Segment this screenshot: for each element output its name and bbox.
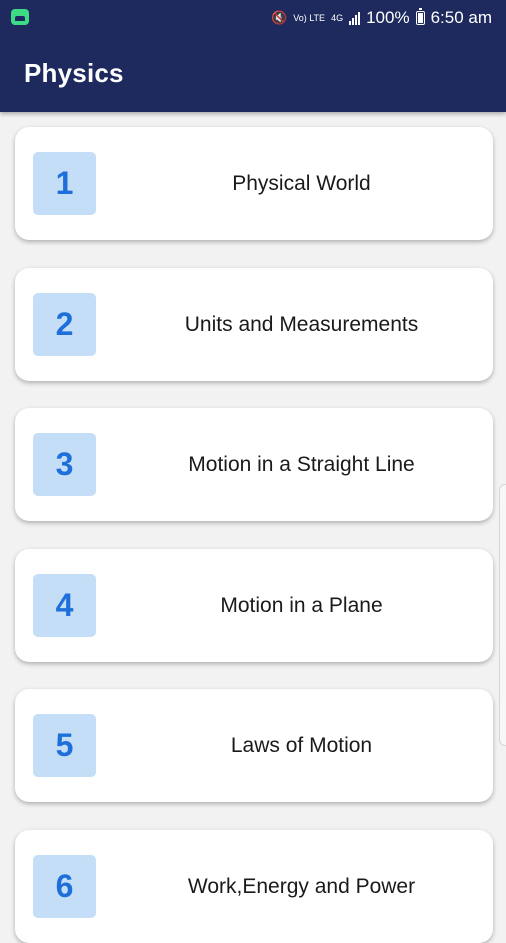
- network-type-icon: 4G: [331, 12, 344, 23]
- chapter-card[interactable]: 5 Laws of Motion: [15, 689, 493, 802]
- app-bar: Physics: [0, 36, 506, 112]
- chapter-number: 6: [33, 855, 96, 918]
- status-icons: 🔇 Vo) LTE 4G 100% 6:50 am: [271, 7, 492, 29]
- chapter-number: 2: [33, 293, 96, 356]
- volte-icon: Vo) LTE: [293, 12, 326, 23]
- chapter-title: Motion in a Plane: [220, 593, 383, 617]
- status-bar: 🔇 Vo) LTE 4G 100% 6:50 am: [0, 0, 506, 36]
- chapter-number: 4: [33, 574, 96, 637]
- chapter-title: Physical World: [232, 171, 371, 195]
- chapter-title: Work,Energy and Power: [187, 874, 416, 898]
- chapter-number: 3: [33, 433, 96, 496]
- page-title: Physics: [24, 58, 124, 88]
- side-panel-handle[interactable]: [499, 484, 506, 746]
- chapter-card[interactable]: 4 Motion in a Plane: [15, 549, 493, 662]
- chapter-card[interactable]: 3 Motion in a Straight Line: [15, 408, 493, 521]
- chapter-number: 1: [33, 152, 96, 215]
- mute-icon: 🔇: [271, 10, 288, 25]
- battery-icon: [415, 8, 425, 25]
- signal-icon: [349, 11, 361, 25]
- clock: 6:50 am: [430, 8, 492, 27]
- battery-percentage: 100%: [366, 8, 410, 27]
- chapter-card[interactable]: 6 Work,Energy and Power: [15, 830, 493, 943]
- chapter-card[interactable]: 1 Physical World: [15, 127, 493, 240]
- chapter-title: Laws of Motion: [230, 733, 373, 757]
- android-app-icon: [11, 9, 29, 25]
- chapter-card[interactable]: 2 Units and Measurements: [15, 268, 493, 381]
- chapter-title: Motion in a Straight Line: [188, 452, 415, 476]
- chapter-number: 5: [33, 714, 96, 777]
- chapter-title: Units and Measurements: [184, 312, 419, 336]
